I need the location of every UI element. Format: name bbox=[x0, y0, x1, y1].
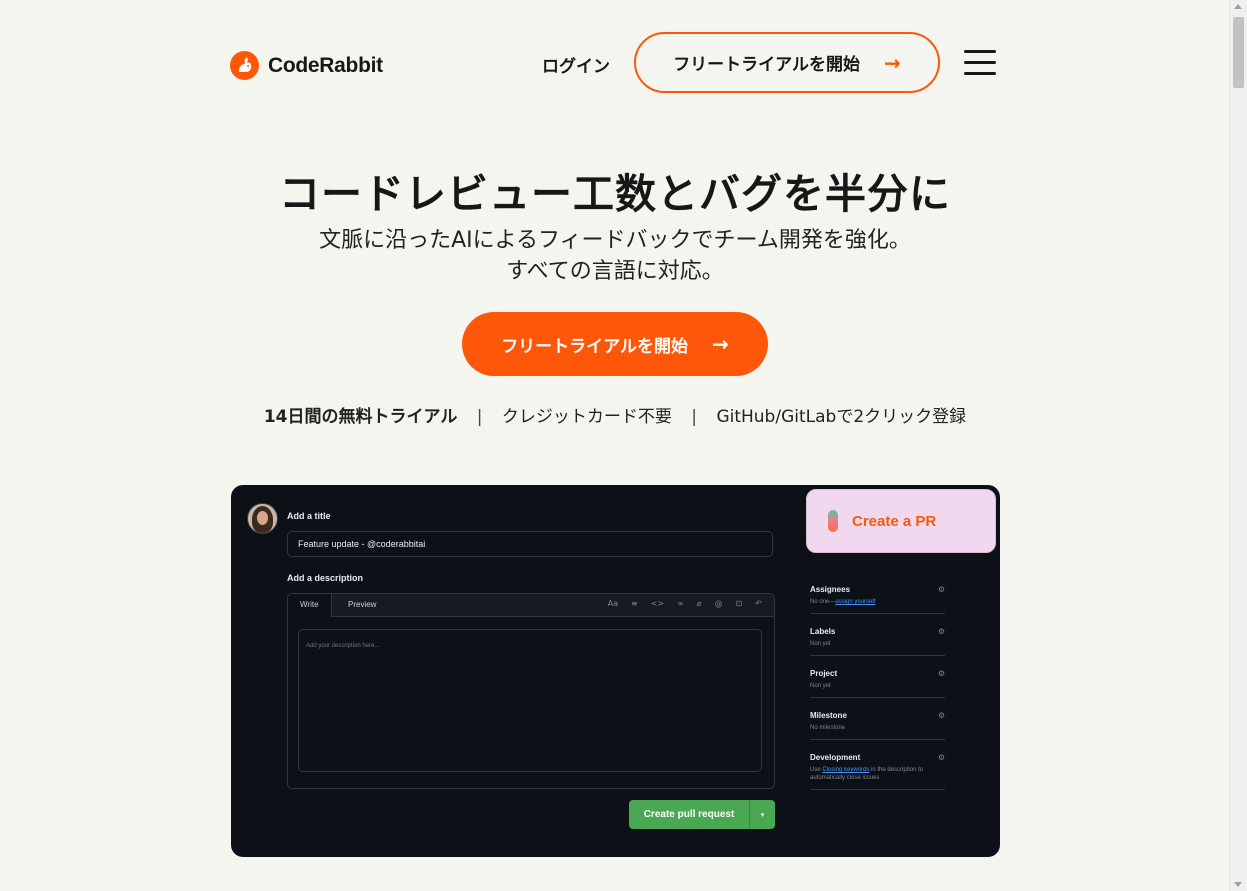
create-pull-request-button[interactable]: Create pull request ▾ bbox=[629, 800, 775, 829]
tab-write[interactable]: Write bbox=[288, 594, 332, 617]
brand-logo[interactable]: CodeRabbit bbox=[230, 51, 383, 80]
create-pr-card[interactable]: Create a PR bbox=[806, 489, 996, 553]
rabbit-logo-icon bbox=[230, 51, 259, 80]
heading-icon[interactable]: Aa bbox=[608, 599, 618, 608]
page-scrollbar[interactable] bbox=[1229, 0, 1247, 891]
project-text: Non yet bbox=[810, 683, 831, 689]
development-text-pre: Use bbox=[810, 767, 823, 773]
scroll-thumb[interactable] bbox=[1233, 17, 1244, 88]
attach-icon[interactable]: ⌀ bbox=[697, 599, 702, 608]
editor-tabs: Write Preview Aa ≡ <> ∞ ⌀ @ ⊡ ↶ bbox=[288, 594, 774, 617]
development-title: Development bbox=[810, 753, 861, 762]
feature-no-card: クレジットカード不要 bbox=[501, 407, 672, 427]
feature-separator: | bbox=[691, 407, 698, 427]
milestone-text: No milestone bbox=[810, 725, 846, 731]
login-link[interactable]: ログイン bbox=[542, 52, 610, 77]
code-icon[interactable]: <> bbox=[651, 599, 664, 608]
assignees-title: Assignees bbox=[810, 585, 851, 594]
reference-icon[interactable]: ⊡ bbox=[736, 599, 743, 608]
scroll-down-icon[interactable] bbox=[1234, 882, 1242, 887]
pr-demo-panel: Add a title Feature update - @coderabbit… bbox=[231, 485, 1000, 857]
header-cta-label: フリートライアルを開始 bbox=[673, 55, 861, 75]
hero-free-trial-button[interactable]: フリートライアルを開始 → bbox=[462, 312, 768, 376]
sidebar-project: Project Non yet ⚙ bbox=[810, 669, 945, 698]
sidebar-assignees: Assignees No one—assign yourself ⚙ bbox=[810, 585, 945, 614]
labels-text: Non yet bbox=[810, 641, 831, 647]
create-pull-request-label: Create pull request bbox=[643, 809, 735, 820]
description-textarea[interactable]: Add your description here... bbox=[298, 629, 762, 772]
brand-name: CodeRabbit bbox=[268, 53, 383, 77]
project-title: Project bbox=[810, 669, 838, 678]
hamburger-menu-icon[interactable] bbox=[964, 50, 996, 76]
tab-preview[interactable]: Preview bbox=[336, 594, 388, 616]
sidebar-development: Development Use Closing keywords in the … bbox=[810, 753, 945, 790]
sidebar-labels: Labels Non yet ⚙ bbox=[810, 627, 945, 656]
avatar bbox=[247, 503, 278, 534]
arrow-right-icon: → bbox=[884, 50, 901, 75]
scroll-up-icon[interactable] bbox=[1234, 4, 1242, 9]
editor-toolbar: Aa ≡ <> ∞ ⌀ @ ⊡ ↶ bbox=[608, 599, 762, 608]
milestone-title: Milestone bbox=[810, 711, 847, 720]
assignees-text: No one— bbox=[810, 599, 836, 605]
link-icon[interactable]: ∞ bbox=[677, 599, 684, 608]
feature-separator: | bbox=[476, 407, 483, 427]
gear-icon[interactable]: ⚙ bbox=[938, 585, 945, 594]
feature-trial: 14日間の無料トライアル bbox=[263, 407, 458, 427]
undo-icon[interactable]: ↶ bbox=[755, 599, 762, 608]
gear-icon[interactable]: ⚙ bbox=[938, 627, 945, 636]
gradient-pill-icon bbox=[828, 510, 838, 532]
gear-icon[interactable]: ⚙ bbox=[938, 711, 945, 720]
header-free-trial-button[interactable]: フリートライアルを開始 → bbox=[634, 32, 940, 93]
feature-signup: GitHub/GitLabで2クリック登録 bbox=[716, 407, 967, 427]
closing-keywords-link[interactable]: Closing keywords bbox=[822, 767, 869, 773]
labels-title: Labels bbox=[810, 627, 836, 636]
sidebar-milestone: Milestone No milestone ⚙ bbox=[810, 711, 945, 740]
hero-subtitle: 文脈に沿ったAIによるフィードバックでチーム開発を強化。 すべての言語に対応。 bbox=[0, 225, 1230, 287]
pr-title-input[interactable]: Feature update - @coderabbitai bbox=[287, 531, 773, 557]
mention-icon[interactable]: @ bbox=[715, 599, 723, 608]
feature-list: 14日間の無料トライアル | クレジットカード不要 | GitHub/GitLa… bbox=[0, 402, 1230, 427]
create-pr-label: Create a PR bbox=[852, 512, 937, 530]
assign-yourself-link[interactable]: assign yourself bbox=[835, 599, 875, 605]
gear-icon[interactable]: ⚙ bbox=[938, 753, 945, 762]
add-description-label: Add a description bbox=[287, 573, 364, 583]
list-icon[interactable]: ≡ bbox=[631, 599, 638, 608]
chevron-down-icon[interactable]: ▾ bbox=[750, 811, 775, 819]
hero-title: コードレビュー工数とバグを半分に bbox=[279, 170, 951, 218]
hero-subtitle-line1: 文脈に沿ったAIによるフィードバックでチーム開発を強化。 bbox=[319, 228, 911, 253]
hero-subtitle-line2: すべての言語に対応。 bbox=[506, 259, 724, 284]
description-editor: Write Preview Aa ≡ <> ∞ ⌀ @ ⊡ ↶ Add your… bbox=[287, 593, 775, 789]
add-title-label: Add a title bbox=[287, 511, 331, 521]
hero-cta-label: フリートライアルを開始 bbox=[501, 336, 689, 357]
arrow-right-icon: → bbox=[712, 332, 729, 356]
gear-icon[interactable]: ⚙ bbox=[938, 669, 945, 678]
